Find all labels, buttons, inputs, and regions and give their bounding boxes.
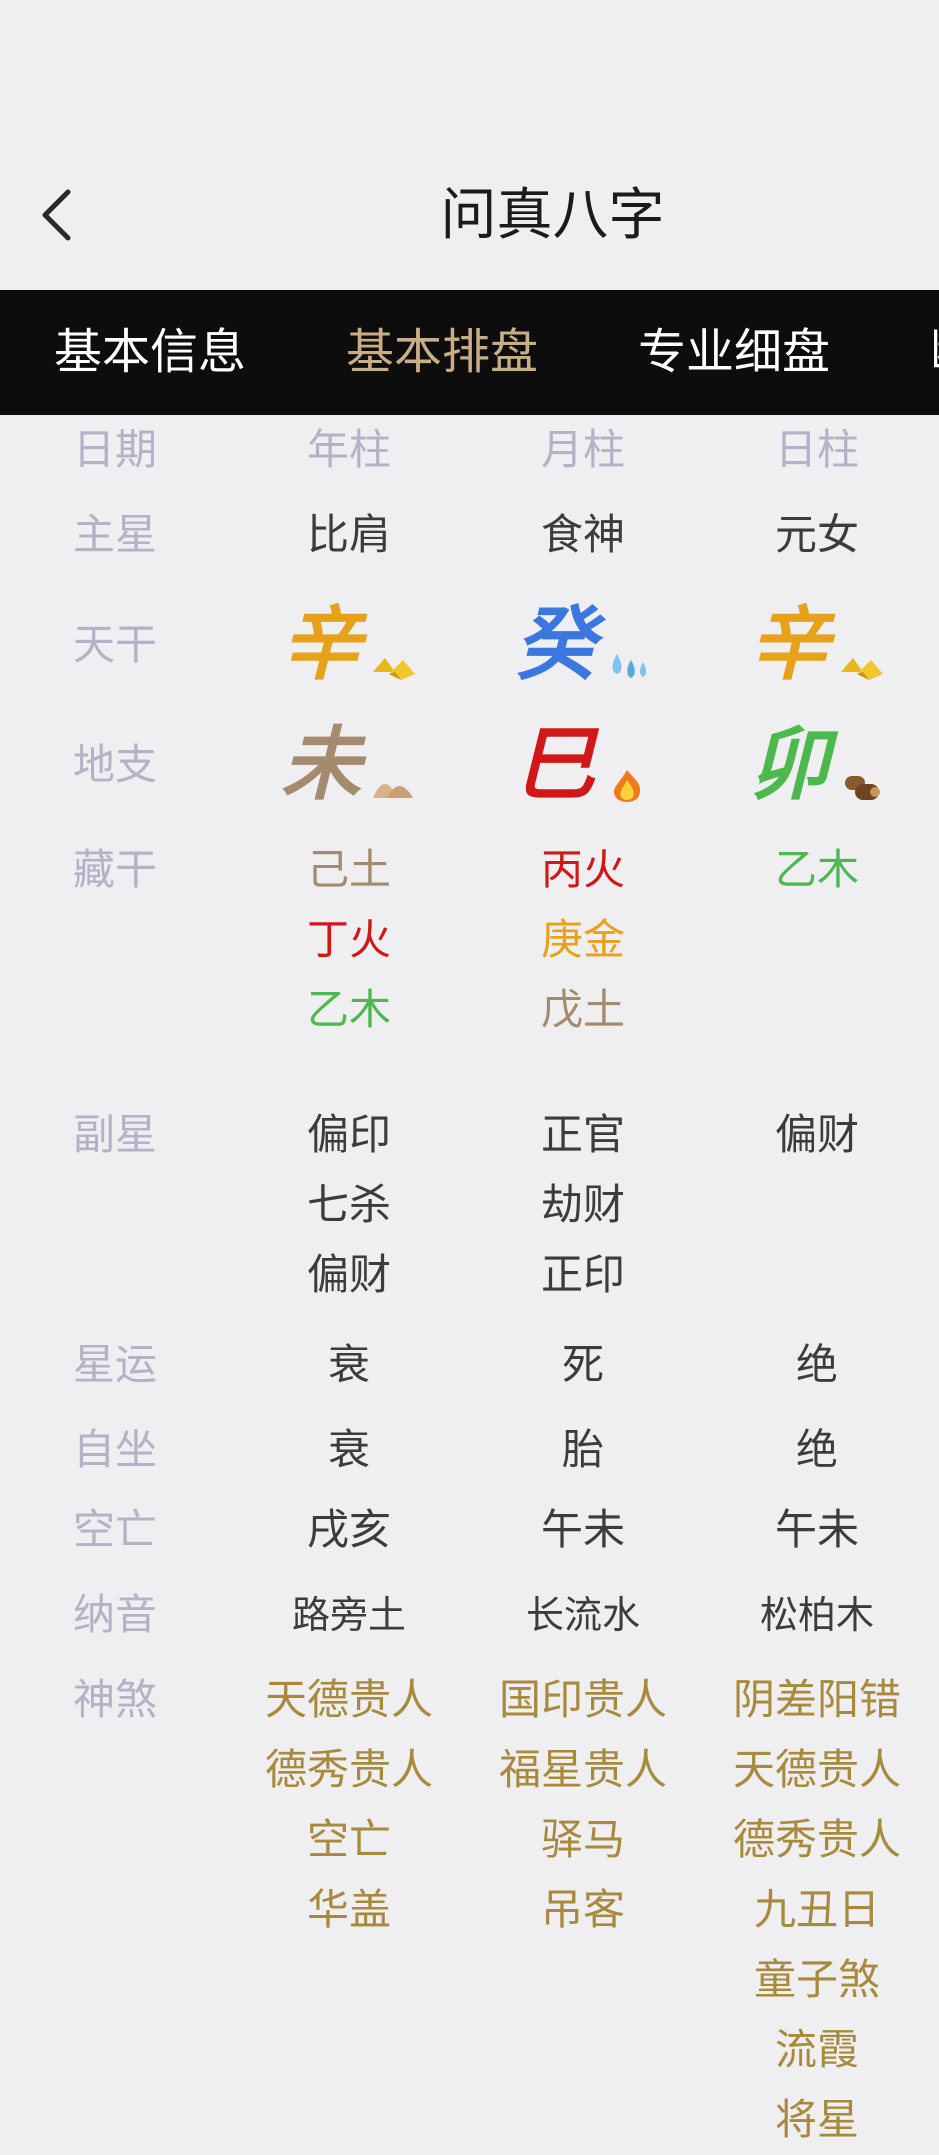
earthly-branch-char: 未	[281, 718, 361, 811]
shensha-item: 空亡	[306, 1815, 391, 1864]
row-label: 星运	[72, 1340, 157, 1389]
shensha-item: 天德贵人	[732, 1745, 901, 1794]
nayin: 路旁土	[291, 1593, 406, 1637]
row-label: 纳音	[72, 1590, 157, 1639]
tab-more[interactable]: 断	[930, 290, 939, 415]
earthly-branch: 未	[234, 710, 464, 820]
hidden-stem: 丁火	[306, 915, 391, 964]
row-label: 自坐	[72, 1425, 157, 1474]
row-label: 日期	[72, 425, 157, 474]
earthly-branch: 卯	[702, 710, 932, 820]
sub-star: 偏财	[306, 1250, 391, 1299]
top-bar: 问真八字	[0, 0, 939, 290]
wood-logs-icon	[839, 766, 885, 810]
tab-basic-chart[interactable]: 基本排盘	[346, 290, 538, 415]
self-seat: 胎	[561, 1425, 604, 1474]
row-label: 主星	[72, 510, 157, 559]
shensha-item: 阴差阳错	[732, 1675, 901, 1724]
page-title: 问真八字	[440, 183, 665, 248]
shensha-item: 国印贵人	[498, 1675, 667, 1724]
earthly-branch-char: 卯	[749, 718, 829, 811]
sub-star: 偏印	[306, 1110, 391, 1159]
sub-star: 正官	[540, 1110, 625, 1159]
row-label: 神煞	[72, 1675, 157, 1724]
void-branches: 午未	[774, 1505, 859, 1554]
pillar-header: 日柱	[774, 425, 859, 474]
hidden-stem: 乙木	[306, 985, 391, 1034]
row-label: 副星	[72, 1110, 157, 1159]
shensha-item: 德秀贵人	[264, 1745, 433, 1794]
nayin: 松柏木	[759, 1593, 874, 1637]
heavenly-stem: 辛	[702, 590, 932, 700]
hidden-stem: 己土	[306, 845, 391, 894]
star-fortune: 死	[561, 1340, 604, 1389]
void-branches: 午未	[540, 1505, 625, 1554]
self-seat: 绝	[795, 1425, 838, 1474]
hidden-stem: 丙火	[540, 845, 625, 894]
hidden-stem: 庚金	[540, 915, 625, 964]
main-star: 元女	[774, 510, 859, 559]
star-fortune: 绝	[795, 1340, 838, 1389]
earth-mound-icon	[371, 766, 417, 810]
void-branches: 戌亥	[306, 1505, 391, 1554]
self-seat: 衰	[327, 1425, 370, 1474]
hidden-stem: 乙木	[774, 845, 859, 894]
earthly-branch-char: 巳	[515, 718, 595, 811]
shensha-item: 流霞	[774, 2025, 859, 2074]
shensha-item: 驿马	[540, 1815, 625, 1864]
shensha-item: 将星	[774, 2095, 859, 2144]
pillar-header: 月柱	[540, 425, 625, 474]
row-label: 地支	[72, 740, 157, 789]
shensha-item: 吊客	[540, 1885, 625, 1934]
heavenly-stem-char: 辛	[749, 598, 829, 691]
gold-ingot-icon	[371, 646, 417, 690]
sub-star: 正印	[540, 1250, 625, 1299]
row-label: 藏干	[72, 845, 157, 894]
main-star: 食神	[540, 510, 625, 559]
row-label: 空亡	[72, 1505, 157, 1554]
tab-professional-chart[interactable]: 专业细盘	[638, 290, 830, 415]
water-drops-icon	[605, 646, 651, 690]
shensha-item: 天德贵人	[264, 1675, 433, 1724]
main-star: 比肩	[306, 510, 391, 559]
shensha-item: 华盖	[306, 1885, 391, 1934]
star-fortune: 衰	[327, 1340, 370, 1389]
gold-ingot-icon	[839, 646, 885, 690]
sub-star: 劫财	[540, 1180, 625, 1229]
shensha-item: 德秀贵人	[732, 1815, 901, 1864]
sub-star: 七杀	[306, 1180, 391, 1229]
heavenly-stem-char: 癸	[515, 598, 595, 691]
row-label: 天干	[72, 620, 157, 669]
shensha-item: 童子煞	[753, 1955, 880, 2004]
tab-basic-info[interactable]: 基本信息	[54, 290, 246, 415]
earthly-branch: 巳	[468, 710, 698, 820]
sub-star: 偏财	[774, 1110, 859, 1159]
shensha-item: 九丑日	[753, 1885, 880, 1934]
shensha-item: 福星贵人	[498, 1745, 667, 1794]
nayin: 长流水	[525, 1593, 640, 1637]
heavenly-stem: 辛	[234, 590, 464, 700]
tab-bar: 基本信息 基本排盘 专业细盘 断	[0, 290, 939, 415]
heavenly-stem: 癸	[468, 590, 698, 700]
pillar-header: 年柱	[306, 425, 391, 474]
hidden-stem: 戊土	[540, 985, 625, 1034]
heavenly-stem-char: 辛	[281, 598, 361, 691]
flame-icon	[605, 766, 651, 810]
